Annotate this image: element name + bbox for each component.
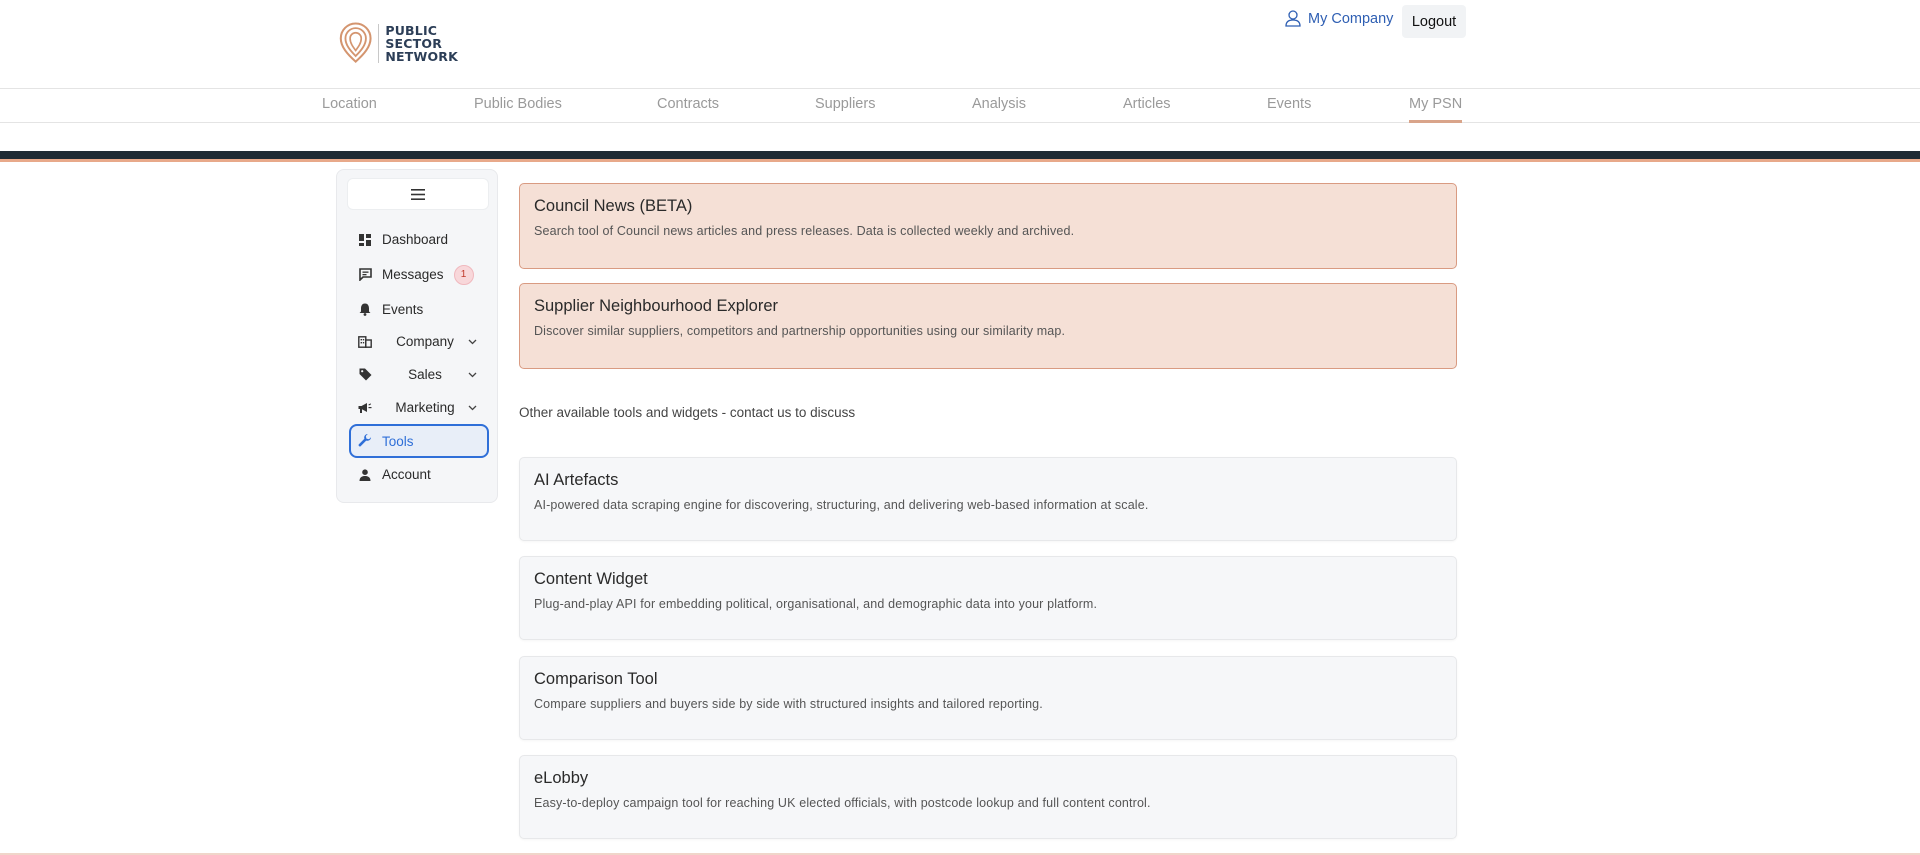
nav-item-location[interactable]: Location: [322, 89, 377, 123]
sidebar-item-account[interactable]: Account: [349, 458, 487, 491]
sidebar-item-label: Account: [382, 467, 431, 482]
building-icon: [358, 335, 372, 349]
nav-item-contracts[interactable]: Contracts: [657, 89, 719, 123]
sidebar-item-label: Sales: [408, 367, 442, 382]
header-divider-band: [0, 151, 1920, 159]
sidebar-item-events[interactable]: Events: [349, 293, 487, 326]
tool-card-description: Compare suppliers and buyers side by sid…: [534, 697, 1043, 711]
tool-card-elobby[interactable]: eLobby Easy-to-deploy campaign tool for …: [519, 755, 1457, 839]
sidebar-item-label: Tools: [382, 433, 414, 449]
wrench-icon: [358, 434, 372, 448]
tool-card-council-news[interactable]: Council News (BETA) Search tool of Counc…: [519, 183, 1457, 269]
person-icon: [358, 468, 372, 482]
sidebar-item-label: Marketing: [395, 400, 455, 415]
tool-card-content-widget[interactable]: Content Widget Plug-and-play API for emb…: [519, 556, 1457, 640]
logo-icon: [339, 22, 372, 63]
dashboard-icon: [358, 233, 372, 247]
tag-icon: [358, 368, 372, 382]
logo-line: NETWORK: [385, 48, 458, 64]
logo-wordmark: PUBLIC SECTOR NETWORK: [378, 22, 458, 64]
chevron-down-icon: [468, 372, 477, 377]
tool-card-description: Easy-to-deploy campaign tool for reachin…: [534, 796, 1151, 810]
sidebar-item-marketing[interactable]: Marketing: [349, 391, 487, 424]
logo-line: PUBLIC: [385, 22, 438, 38]
tool-card-comparison-tool[interactable]: Comparison Tool Compare suppliers and bu…: [519, 656, 1457, 740]
sidebar-item-sales[interactable]: Sales: [349, 358, 487, 391]
bell-icon: [358, 303, 372, 317]
other-tools-note: Other available tools and widgets - cont…: [519, 405, 856, 420]
hamburger-icon: [411, 188, 425, 200]
sidebar-item-label: Company: [396, 334, 454, 349]
sidebar-toggle-button[interactable]: [347, 178, 489, 210]
header-accent-stripe: [0, 159, 1920, 162]
tool-card-title: Supplier Neighbourhood Explorer: [534, 297, 778, 315]
sidebar-item-messages[interactable]: Messages 1: [349, 258, 487, 291]
psn-logo[interactable]: PUBLIC SECTOR NETWORK: [338, 20, 458, 66]
chevron-down-icon: [468, 405, 477, 410]
sidebar-item-label: Events: [382, 302, 424, 317]
sidebar-item-label: Messages: [382, 267, 444, 282]
nav-item-analysis[interactable]: Analysis: [972, 89, 1026, 123]
nav-item-suppliers[interactable]: Suppliers: [815, 89, 875, 123]
logo-line: SECTOR: [385, 35, 443, 51]
sidebar-item-label: Dashboard: [382, 232, 449, 247]
nav-item-events[interactable]: Events: [1267, 89, 1311, 123]
tool-card-description: AI-powered data scraping engine for disc…: [534, 498, 1149, 512]
sidebar-item-tools[interactable]: Tools: [349, 424, 489, 458]
tool-card-supplier-neighbourhood-explorer[interactable]: Supplier Neighbourhood Explorer Discover…: [519, 283, 1457, 369]
nav-item-my-psn[interactable]: My PSN: [1409, 89, 1463, 123]
nav-item-articles[interactable]: Articles: [1123, 89, 1171, 123]
tool-card-title: Council News (BETA): [534, 197, 693, 215]
my-company-label: My Company: [1308, 10, 1394, 27]
message-icon: [358, 268, 372, 282]
tool-card-description: Search tool of Council news articles and…: [534, 224, 1075, 238]
sidebar: Dashboard Messages 1 Events Company Sale…: [336, 169, 498, 503]
logout-button[interactable]: Logout: [1402, 5, 1466, 38]
unread-count-badge: 1: [453, 264, 474, 285]
nav-item-public-bodies[interactable]: Public Bodies: [474, 89, 562, 123]
site-header: PUBLIC SECTOR NETWORK My Company Logout: [0, 0, 1920, 88]
tool-card-ai-artefacts[interactable]: AI Artefacts AI-powered data scraping en…: [519, 457, 1457, 541]
sidebar-item-company[interactable]: Company: [349, 325, 487, 358]
tool-card-title: Content Widget: [534, 570, 648, 588]
tool-card-description: Plug-and-play API for embedding politica…: [534, 597, 1098, 611]
tool-card-description: Discover similar suppliers, competitors …: [534, 324, 1066, 338]
tool-card-title: eLobby: [534, 769, 589, 787]
sidebar-item-dashboard[interactable]: Dashboard: [349, 223, 487, 256]
megaphone-icon: [358, 401, 372, 415]
main-nav: Location Public Bodies Contracts Supplie…: [0, 88, 1920, 123]
chevron-down-icon: [468, 339, 477, 344]
tool-card-title: AI Artefacts: [534, 471, 619, 489]
user-icon: [1285, 10, 1301, 27]
my-company-link[interactable]: My Company: [1285, 10, 1393, 27]
tool-card-title: Comparison Tool: [534, 670, 658, 688]
